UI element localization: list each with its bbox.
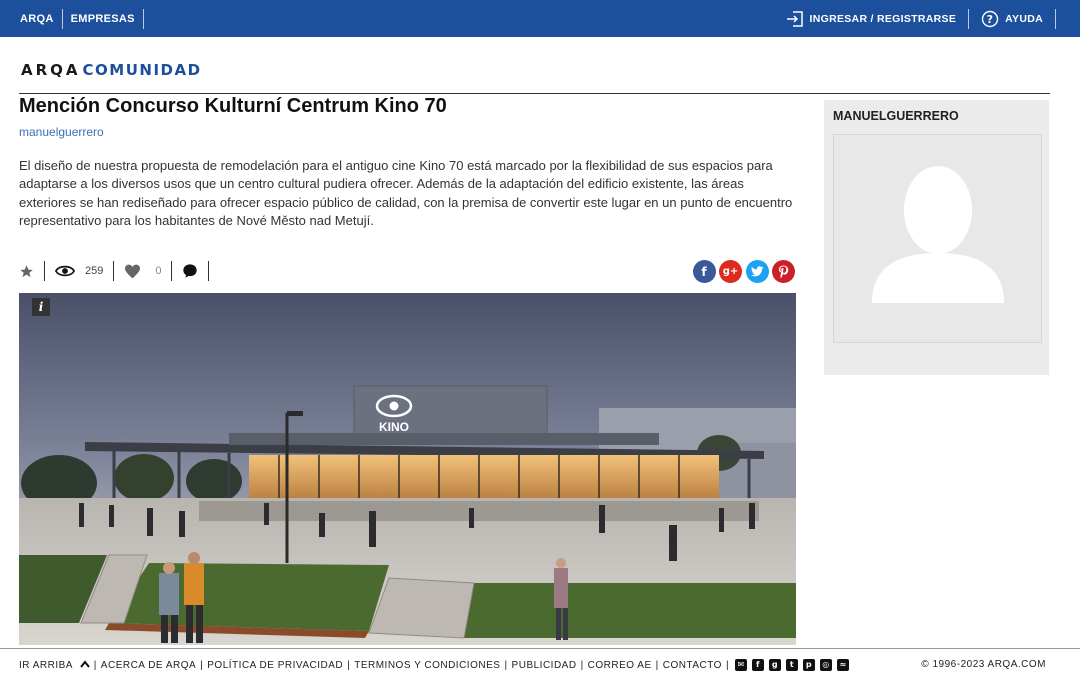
site-logo[interactable]: ARQA COMUNIDAD: [21, 61, 202, 79]
login-register-label: INGRESAR / REGISTRARSE: [809, 12, 957, 25]
project-image[interactable]: KINO i: [19, 293, 796, 645]
back-to-top-label: IR ARRIBA: [19, 659, 73, 671]
share-facebook-button[interactable]: f: [692, 260, 716, 283]
googleplus-icon[interactable]: g: [769, 659, 782, 671]
author-sidebar: MANUELGUERRERO: [824, 100, 1049, 375]
footer-separator: |: [725, 659, 730, 671]
star-icon: [20, 264, 33, 277]
kino-sign: KINO: [379, 420, 409, 434]
comments-button[interactable]: [172, 261, 210, 281]
share-googleplus-button[interactable]: g+: [719, 260, 742, 283]
help-icon: ?: [981, 10, 999, 27]
avatar[interactable]: [833, 134, 1042, 343]
footer-link-advertising[interactable]: PUBLICIDAD: [508, 660, 581, 671]
views-count: 259: [85, 265, 104, 277]
login-register-link[interactable]: INGRESAR / REGISTRARSE: [774, 8, 970, 29]
facebook-icon[interactable]: f: [752, 659, 765, 671]
logo-comunidad: COMUNIDAD: [82, 61, 202, 79]
facebook-icon: f: [701, 264, 707, 279]
header-divider: [19, 93, 1050, 94]
comment-icon: [183, 264, 198, 278]
nav-link-empresas[interactable]: EMPRESAS: [63, 8, 144, 29]
footer-link-about[interactable]: ACERCA DE ARQA: [97, 660, 200, 671]
svg-text:?: ?: [987, 13, 994, 26]
user-placeholder-icon: [872, 166, 1004, 303]
heart-icon: [125, 264, 141, 278]
nav-link-arqa[interactable]: ARQA: [12, 8, 63, 29]
top-nav-right: INGRESAR / REGISTRARSE ? AYUDA: [774, 0, 1056, 37]
post-title: Mención Concurso Kulturní Centrum Kino 7…: [19, 95, 447, 117]
post-actions-bar: 259 0: [19, 261, 210, 281]
likes-count: 0: [155, 265, 162, 277]
logo-arqa: ARQA: [21, 61, 81, 79]
footer-link-contact[interactable]: CONTACTO: [659, 660, 726, 671]
site-footer: IR ARRIBA | ACERCA DE ARQA | POLÍTICA DE…: [0, 648, 1080, 675]
share-twitter-button[interactable]: [745, 260, 769, 283]
mail-icon[interactable]: ✉: [735, 659, 748, 671]
top-nav-left: ARQA EMPRESAS: [12, 0, 144, 37]
favorite-button[interactable]: [19, 261, 45, 281]
top-navigation-bar: ARQA EMPRESAS INGRESAR / REGISTRARSE ? A…: [0, 0, 1080, 37]
footer-links: IR ARRIBA | ACERCA DE ARQA | POLÍTICA DE…: [19, 649, 854, 681]
pinterest-icon: [778, 265, 789, 278]
back-to-top-link[interactable]: IR ARRIBA: [19, 660, 94, 671]
instagram-icon[interactable]: ◎: [820, 659, 833, 671]
copyright: © 1996-2023 ARQA.COM: [921, 659, 1046, 670]
footer-link-terms[interactable]: TERMINOS Y CONDICIONES: [350, 660, 504, 671]
twitter-icon: [750, 266, 763, 277]
help-label: AYUDA: [1005, 12, 1043, 25]
image-info-button[interactable]: i: [32, 298, 50, 316]
pinterest-icon[interactable]: p: [803, 659, 816, 671]
twitter-icon[interactable]: t: [786, 659, 799, 671]
footer-link-mail[interactable]: CORREO AE: [584, 660, 656, 671]
like-button[interactable]: 0: [114, 261, 173, 281]
login-icon: [786, 10, 803, 27]
share-buttons: f g+: [689, 260, 795, 283]
kino-render-illustration: KINO: [19, 293, 796, 645]
share-pinterest-button[interactable]: [772, 260, 795, 283]
help-link[interactable]: ? AYUDA: [969, 8, 1056, 29]
post-author-link[interactable]: manuelguerrero: [19, 125, 104, 139]
chevron-up-icon: [79, 659, 90, 668]
footer-link-privacy[interactable]: POLÍTICA DE PRIVACIDAD: [203, 660, 347, 671]
rss-icon[interactable]: ≈: [837, 659, 850, 671]
googleplus-icon: g+: [722, 266, 739, 277]
eye-icon: [55, 265, 75, 277]
post-description: El diseño de nuestra propuesta de remode…: [19, 158, 793, 228]
sidebar-username[interactable]: MANUELGUERRERO: [833, 109, 959, 123]
views-counter: 259: [45, 261, 115, 281]
footer-social-icons: ✉ f g t p ◎ ≈: [735, 659, 854, 671]
